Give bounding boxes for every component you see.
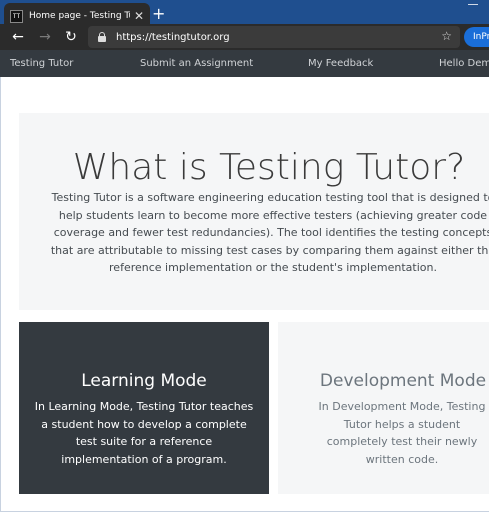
- close-tab-icon[interactable]: ✕: [134, 10, 144, 22]
- address-toolbar: ← → ↻ https://testingtutor.org ☆ InPriva…: [0, 24, 489, 50]
- back-arrow-icon[interactable]: ←: [9, 28, 27, 46]
- development-mode-text: In Development Mode, Testing Tutor helps…: [318, 400, 486, 466]
- nav-link-submit-assignment[interactable]: Submit an Assignment: [140, 58, 253, 69]
- url-text: https://testingtutor.org: [116, 31, 230, 43]
- navbar-brand[interactable]: Testing Tutor: [10, 58, 73, 69]
- tab-title: Home page - Testing Tutor: [29, 11, 130, 21]
- development-mode-title: Development Mode: [319, 371, 487, 391]
- page-title: What is Testing Tutor?: [72, 147, 466, 188]
- new-tab-icon[interactable]: +: [152, 6, 165, 22]
- nav-link-user-greeting[interactable]: Hello Demo!: [439, 58, 489, 69]
- nav-link-my-feedback[interactable]: My Feedback: [308, 58, 373, 69]
- minimize-icon[interactable]: [468, 4, 478, 5]
- learning-mode-card: Learning Mode In Learning Mode, Testing …: [19, 322, 269, 494]
- forward-arrow-icon[interactable]: →: [36, 28, 54, 46]
- learning-mode-text: In Learning Mode, Testing Tutor teaches …: [34, 400, 254, 466]
- site-navbar: Testing Tutor Submit an Assignment My Fe…: [0, 50, 489, 77]
- hero-description: Testing Tutor is a software engineering …: [50, 191, 489, 274]
- url-field[interactable]: https://testingtutor.org ☆: [88, 26, 460, 48]
- favicon-icon: TT: [10, 9, 23, 23]
- hero-section: What is Testing Tutor? Testing Tutor is …: [19, 113, 489, 310]
- reload-icon[interactable]: ↻: [62, 28, 80, 46]
- inprivate-badge[interactable]: InPrivate: [464, 27, 489, 47]
- development-mode-card: Development Mode In Development Mode, Te…: [278, 322, 489, 494]
- favorite-star-icon[interactable]: ☆: [441, 29, 452, 43]
- lock-icon: [98, 32, 106, 42]
- learning-mode-title: Learning Mode: [81, 371, 207, 391]
